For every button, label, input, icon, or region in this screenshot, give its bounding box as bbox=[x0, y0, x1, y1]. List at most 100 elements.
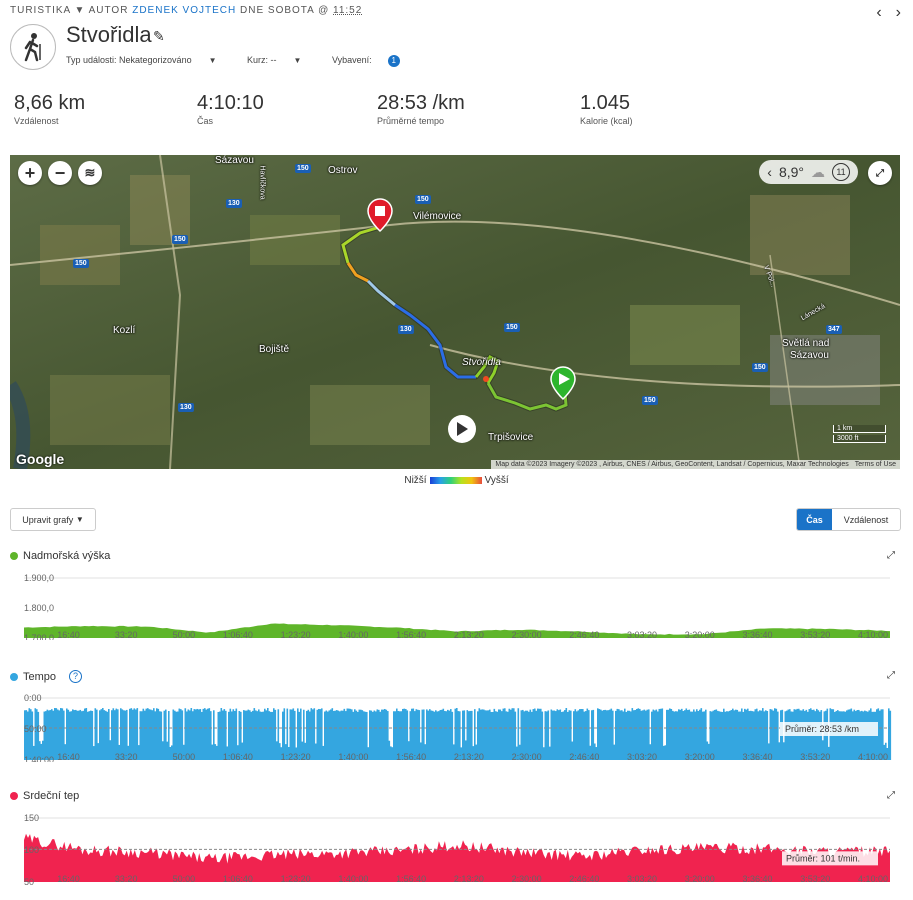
fullscreen-icon[interactable]: ⤢ bbox=[868, 161, 892, 185]
zoom-in-button[interactable]: + bbox=[18, 161, 42, 185]
weather-widget[interactable]: ‹ 8,9° ☁ 11 bbox=[759, 160, 858, 184]
pace-bar bbox=[484, 710, 487, 760]
stat-label: Vzdálenost bbox=[14, 116, 59, 126]
pace-bar bbox=[321, 708, 323, 760]
street-label: Havlíčkova bbox=[258, 165, 266, 200]
previous-arrow-icon[interactable]: ‹ bbox=[876, 4, 881, 22]
help-icon[interactable]: ? bbox=[69, 670, 83, 683]
pace-bar bbox=[721, 711, 724, 760]
activity-type[interactable]: TURISTIKA bbox=[10, 5, 71, 16]
pace-bar bbox=[150, 709, 152, 760]
pace-bar bbox=[112, 708, 115, 760]
pace-bar bbox=[661, 708, 664, 760]
pace-bar bbox=[543, 747, 545, 760]
play-route-button[interactable] bbox=[448, 415, 476, 443]
activity-map[interactable]: + − ≋ ‹ 8,9° ☁ 11 ⤢ Sázavou Ostrov Vilém… bbox=[10, 155, 900, 469]
course-select[interactable]: Kurz: -- ▼ bbox=[247, 55, 315, 65]
x-tick-label: 2:46:40 bbox=[569, 874, 599, 884]
caret-down-icon[interactable]: ▼ bbox=[74, 5, 85, 16]
pace-bar bbox=[324, 711, 326, 760]
time-tab[interactable]: Čas bbox=[797, 509, 832, 530]
distance-tab[interactable]: Vzdálenost bbox=[832, 509, 900, 530]
pace-bar bbox=[28, 708, 31, 760]
y-tick-label: 1.900,0 bbox=[24, 573, 54, 583]
pace-bar bbox=[606, 710, 608, 760]
pace-bar bbox=[609, 709, 611, 760]
pace-bar bbox=[600, 709, 602, 760]
pace-bar bbox=[24, 710, 26, 760]
pace-bar bbox=[390, 746, 392, 760]
pace-bar bbox=[208, 708, 211, 760]
pace-bar bbox=[387, 711, 389, 760]
y-tick-label: 50 bbox=[24, 877, 34, 886]
pace-bar bbox=[388, 740, 391, 760]
pace-bar bbox=[93, 746, 95, 760]
road-sign: 150 bbox=[752, 363, 768, 372]
edit-charts-button[interactable]: Upravit grafy ▼ bbox=[10, 508, 96, 531]
zoom-out-button[interactable]: − bbox=[48, 161, 72, 185]
elevation-chart[interactable]: 1.900,0 1.800,0 1.700,0 16:40 33:20 50:00 1:06… bbox=[0, 570, 913, 640]
pace-chart[interactable]: 0:00 50:00 1:40:00 16:40 33:20 50:00 1:06:40 1:… bbox=[0, 690, 913, 762]
pace-bar bbox=[681, 708, 683, 760]
pace-bar bbox=[199, 709, 202, 760]
pace-bar bbox=[735, 709, 737, 760]
edit-title-icon[interactable]: ✎ bbox=[153, 28, 165, 45]
pace-bar bbox=[433, 711, 436, 760]
x-tick-label: 1:40:00 bbox=[338, 752, 368, 762]
pace-bar bbox=[372, 711, 374, 760]
x-tick-label: 2:13:20 bbox=[454, 752, 484, 762]
caret-down-icon: ▼ bbox=[293, 56, 302, 66]
stat-time: 4:10:10 Čas bbox=[197, 92, 264, 126]
color-legend: Nižší Vyšší bbox=[0, 475, 913, 486]
pace-bar bbox=[552, 710, 554, 760]
pace-bar bbox=[619, 710, 622, 760]
pace-bar bbox=[555, 711, 557, 760]
elevation-dot bbox=[10, 552, 18, 560]
pace-bar bbox=[381, 709, 383, 760]
x-tick-label: 1:06:40 bbox=[223, 752, 253, 762]
stat-pace: 28:53 /km Průměrné tempo bbox=[377, 92, 465, 126]
x-tick-label: 16:40 bbox=[57, 630, 80, 640]
x-tick-label: 1:23:20 bbox=[281, 874, 311, 884]
pace-bar bbox=[157, 708, 160, 760]
terms-link[interactable]: Terms of Use bbox=[855, 461, 896, 468]
pace-bar bbox=[612, 710, 614, 760]
expand-icon[interactable]: ⤢ bbox=[887, 670, 895, 681]
pace-bar bbox=[783, 742, 785, 760]
place-label: Sázavou bbox=[215, 155, 254, 166]
pace-bar bbox=[262, 711, 265, 760]
pace-bar bbox=[729, 710, 731, 760]
chevron-left-icon[interactable]: ‹ bbox=[767, 164, 772, 180]
activity-time[interactable]: 11:52 bbox=[333, 5, 362, 16]
pace-bar bbox=[37, 711, 40, 760]
road-sign: 150 bbox=[504, 323, 520, 332]
pace-bar bbox=[265, 710, 268, 760]
pace-bar bbox=[268, 711, 271, 760]
pace-bar bbox=[97, 743, 100, 760]
equipment[interactable]: Vybavení: 1 bbox=[332, 55, 414, 67]
pace-bar bbox=[730, 710, 733, 760]
pace-bar bbox=[498, 709, 500, 760]
pace-bar bbox=[91, 710, 94, 760]
pace-bar bbox=[276, 741, 278, 760]
layers-icon[interactable]: ≋ bbox=[78, 161, 102, 185]
pace-bar bbox=[169, 746, 172, 760]
place-label: Světlá nad bbox=[782, 338, 830, 349]
heart-rate-chart[interactable]: 150 100 50 16:40 33:20 50:00 1:06:40 1:23:20 1:4… bbox=[0, 810, 913, 886]
pace-bar bbox=[36, 709, 38, 760]
next-arrow-icon[interactable]: › bbox=[896, 4, 901, 22]
stat-distance: 8,66 km Vzdálenost bbox=[14, 92, 85, 126]
pace-bar bbox=[889, 710, 892, 760]
pace-bar bbox=[493, 708, 496, 760]
x-tick-label: 1:06:40 bbox=[223, 874, 253, 884]
stat-value: 1.045 bbox=[580, 92, 631, 114]
pace-bar bbox=[439, 709, 442, 760]
breadcrumb: TURISTIKA ▼ AUTOR ZDENEK VOJTECH DNE SOB… bbox=[10, 5, 362, 16]
author-link[interactable]: ZDENEK VOJTECH bbox=[132, 5, 236, 16]
event-type-select[interactable]: Typ události: Nekategorizováno ▼ bbox=[66, 55, 231, 65]
pace-bar bbox=[322, 745, 325, 760]
x-tick-label: 4:10:00 bbox=[858, 630, 888, 640]
road-sign: 150 bbox=[415, 195, 431, 204]
expand-icon[interactable]: ⤢ bbox=[887, 790, 895, 801]
expand-icon[interactable]: ⤢ bbox=[887, 550, 895, 561]
